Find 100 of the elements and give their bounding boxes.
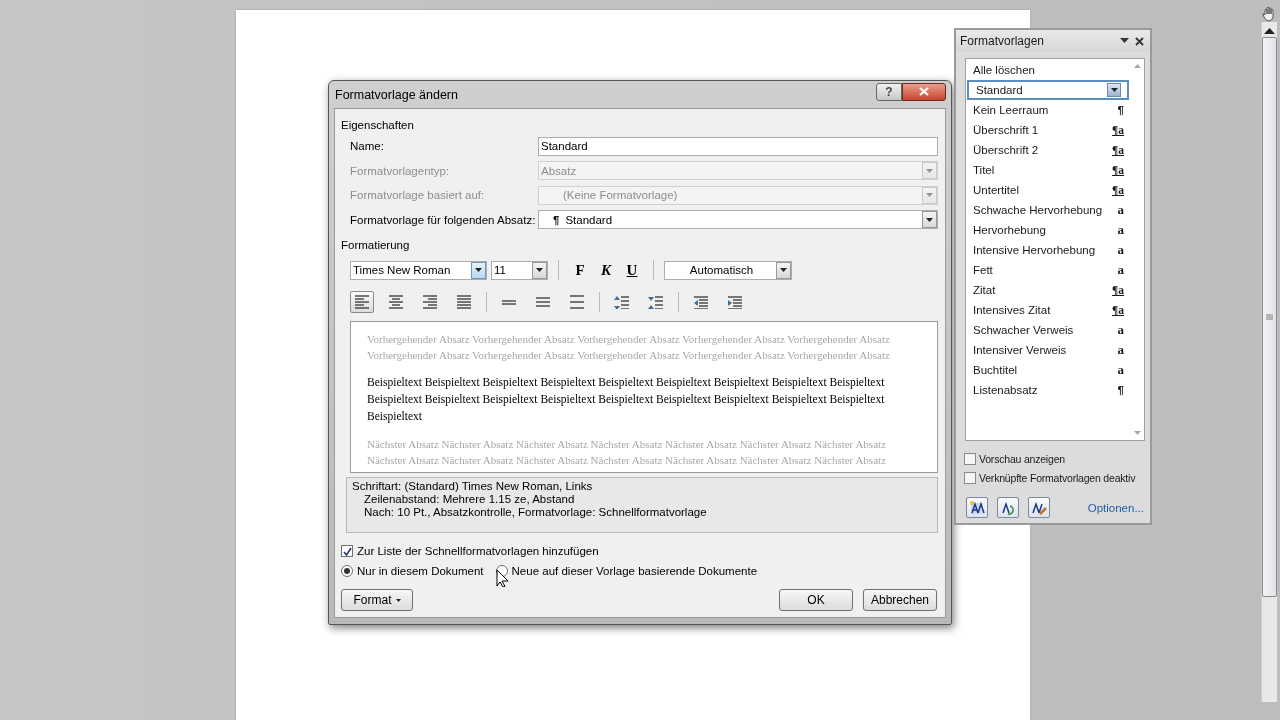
dropdown-button[interactable] [922,211,937,229]
style-item[interactable]: Zitat ¶a [966,280,1130,300]
color-dropdown[interactable]: Automatisch [664,260,792,280]
align-left-button[interactable] [350,291,374,313]
dropdown-button[interactable] [532,261,547,279]
field-label: Name: [350,140,385,153]
field-label: Formatvorlage für folgenden Absatz: [350,213,537,226]
style-item[interactable]: Alle löschen [966,60,1130,80]
radio-label[interactable]: Nur in diesem Dokument [357,565,484,577]
style-item[interactable]: Fett a [966,260,1130,280]
scroll-up-icon[interactable] [1264,28,1275,35]
caret-icon [536,268,543,272]
mouse-cursor-icon [493,569,508,587]
checkbox-label[interactable]: Verknüpfte Formatvorlagen deaktiv [979,471,1136,484]
line-spacing-icon [569,295,585,309]
style-type-mark: ¶a [1112,124,1124,136]
style-item[interactable]: Listenabsatz ¶ [966,380,1130,400]
close-icon[interactable] [1135,36,1144,46]
style-item[interactable]: Intensive Hervorhebung a [966,240,1130,260]
align-lines-icon [456,295,472,309]
manage-styles-button[interactable] [1028,497,1050,518]
grip-icon [1266,314,1273,320]
description-text: Schriftart: (Standard) Times New Roman, Links [352,480,594,493]
caret-icon [926,168,933,173]
style-type-mark: ¶a [1112,144,1124,156]
checkbox[interactable] [341,545,353,557]
checkbox[interactable] [964,471,976,484]
style-item[interactable]: Buchtitel a [966,360,1130,380]
style-type-mark: a [1117,222,1124,238]
scroll-thumb[interactable] [1262,37,1277,597]
style-item[interactable]: Schwache Hervorhebung a [966,200,1130,220]
style-type-mark: ¶a [1112,184,1124,196]
align-lines-icon [422,295,438,309]
bold-button[interactable]: F [569,260,591,280]
caret-icon [926,193,933,198]
style-item[interactable]: Kein Leerraum ¶ [966,100,1130,120]
radio-label[interactable]: Neue auf dieser Vorlage basierende Dokumente [511,565,758,577]
paragraph-spacing-icon [648,295,664,309]
line-spacing-icon [501,299,517,305]
field-label: Formatvorlage basiert auf: [350,189,486,202]
style-type-mark: a [1117,342,1124,358]
style-item[interactable]: Schwacher Verweis a [966,320,1130,340]
checkbox[interactable] [964,452,976,465]
hand-icon[interactable] [1262,6,1276,22]
style-item[interactable]: Titel ¶a [966,160,1130,180]
caret-icon [475,268,482,272]
align-lines-icon [354,295,370,309]
checkbox-label[interactable]: Zur Liste der Schnellformatvorlagen hinzufügen [357,545,599,557]
underline-button[interactable]: U [621,260,643,280]
style-type-mark: ¶a [1112,164,1124,176]
paragraph-mark: ¶ [553,213,560,226]
preview-text: Vorhergehender Absatz Vorhergehender Absatz Vorhergehender Absatz Vorhergehender Absatz Vorhergehender Absatz Vorhergehender Absatz Vorhergehender Absatz Vorhergehender Absatz Vorhergehender Absatz Vorhergehender Absatz [367,332,891,363]
preview-text: Nächster Absatz Nächster Absatz Nächster Absatz Nächster Absatz Nächster Absatz Nächster Absatz Nächster Absatz Nächster Absatz Nächster Absatz Nächster Absatz Nächster Absatz Nächster Absatz Nächster Absatz Nächster Absatz [367,437,887,468]
new-style-button[interactable] [966,497,988,518]
size-dropdown[interactable]: 11 [491,260,548,280]
style-type-mark: ¶ [1117,104,1124,116]
dropdown-button[interactable] [1107,83,1121,97]
format-button[interactable]: Format [341,589,413,611]
input-field[interactable]: Standard [538,136,938,156]
close-icon [919,87,929,96]
styles-icon [969,499,985,516]
font-dropdown[interactable]: Times New Roman [350,260,487,280]
section-heading: Eigenschaften [341,119,415,131]
checkbox-label[interactable]: Vorschau anzeigen [979,452,1065,465]
align-lines-icon [388,295,404,309]
dropdown-button[interactable] [776,261,791,279]
style-item[interactable]: Standard [967,80,1129,100]
indent-icon [693,295,709,309]
caret-icon [926,217,933,222]
caret-icon [395,598,401,602]
style-item[interactable]: Überschrift 2 ¶a [966,140,1130,160]
style-type-mark: a [1117,322,1124,338]
dropdown-icon[interactable] [1120,38,1129,44]
style-inspector-button[interactable] [997,497,1019,518]
style-item[interactable]: Intensiver Verweis a [966,340,1130,360]
italic-button[interactable]: K [595,260,617,280]
close-button[interactable] [902,82,946,101]
dropdown-field[interactable]: ¶ Standard [538,210,938,230]
style-type-mark: a [1117,262,1124,278]
description-text: Nach: 10 Pt., Absatzkontrolle, Formatvorlage: Schnellformatvorlage [363,506,708,519]
indent-icon [727,295,743,309]
style-item[interactable]: Intensives Zitat ¶a [966,300,1130,320]
style-item[interactable]: Hervorhebung a [966,220,1130,240]
style-type-mark: ¶a [1112,304,1124,316]
line-spacing-icon [535,297,551,307]
dropdown-button[interactable] [471,261,486,279]
pane-title: Formatvorlagen [960,34,1046,48]
style-type-mark: ¶a [1112,284,1124,296]
sample-text: Beispieltext Beispieltext Beispieltext Beispieltext Beispieltext Beispieltext Beispieltext Beispieltext Beispieltext Beispieltext Beispieltext Beispieltext Beispieltext Beispieltext Beispieltext Beispieltext Beispieltext Beispieltext Beispieltext [367,375,886,425]
cancel-button[interactable]: Abbrechen [863,589,937,611]
radio-button[interactable] [341,565,353,577]
style-type-mark: a [1117,362,1124,378]
style-item[interactable]: Überschrift 1 ¶a [966,120,1130,140]
caret-icon [1110,88,1118,92]
style-type-mark: ¶ [1117,384,1124,396]
style-item[interactable]: Untertitel ¶a [966,180,1130,200]
field-label: Formatvorlagentyp: [350,164,451,177]
ok-button[interactable]: OK [779,589,853,611]
help-button[interactable]: ? [876,82,902,101]
options-link[interactable]: Optionen... [1087,501,1144,514]
